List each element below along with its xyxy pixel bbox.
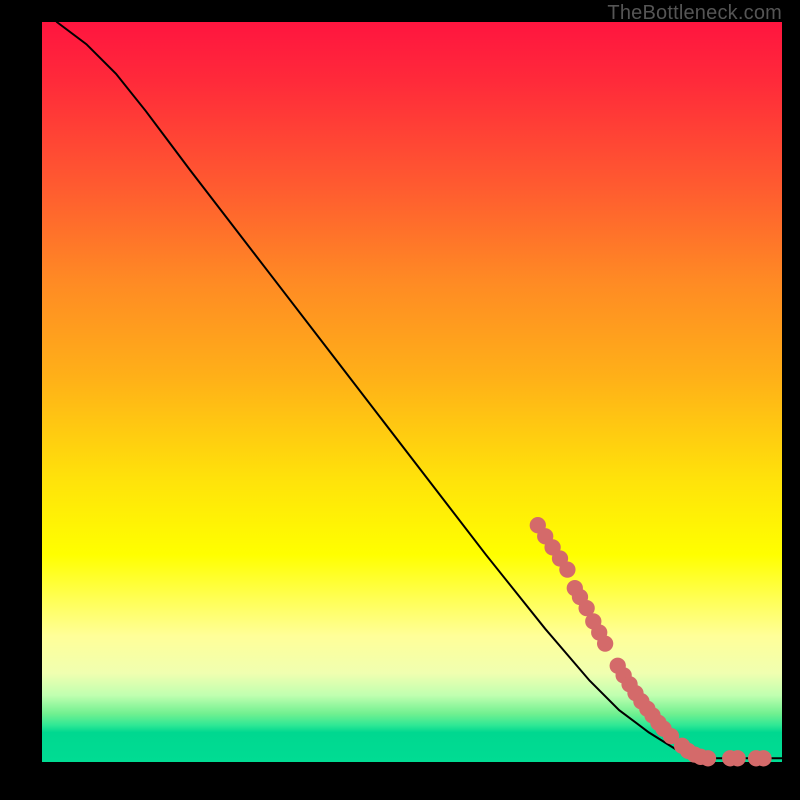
data-point-marker <box>597 635 613 651</box>
marker-group <box>530 517 772 766</box>
data-point-marker <box>700 750 716 766</box>
chart-frame: TheBottleneck.com <box>0 0 800 800</box>
curve-svg <box>42 22 782 762</box>
data-point-marker <box>755 750 771 766</box>
bottleneck-curve <box>57 22 782 758</box>
data-point-marker <box>559 561 575 577</box>
plot-area <box>42 22 782 762</box>
data-point-marker <box>729 750 745 766</box>
